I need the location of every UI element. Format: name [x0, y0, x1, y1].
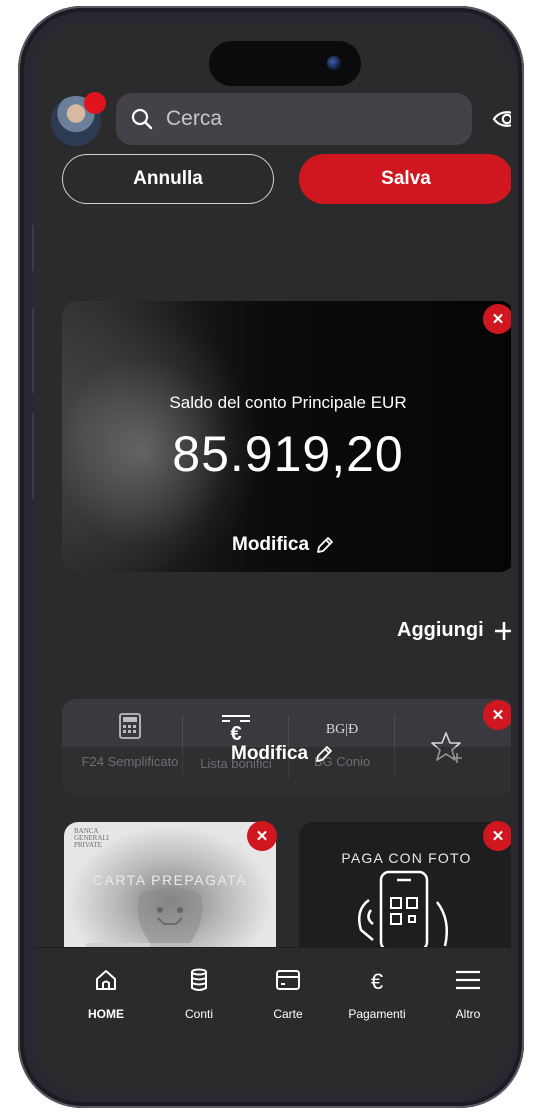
shortcuts-widget[interactable]: F24 Semplificato € Lista bonifici BG|Ð B…	[62, 699, 511, 796]
search-placeholder: Cerca	[166, 107, 223, 130]
nav-item-altro[interactable]: Altro	[428, 968, 508, 1021]
menu-icon	[456, 970, 480, 990]
bank-logo: BANCA GENERALI PRIVATE	[74, 827, 109, 849]
nav-label: Pagamenti	[348, 1007, 406, 1021]
svg-text:BG|Ð: BG|Ð	[326, 722, 358, 737]
balance-amount: 85.919,20	[172, 426, 404, 482]
nav-item-carte[interactable]: Carte	[248, 968, 328, 1021]
bg-conio-logo-icon: BG|Ð	[326, 722, 358, 737]
search-bar[interactable]: Cerca	[116, 93, 472, 145]
cancel-button[interactable]: Annulla	[62, 154, 274, 204]
notification-dot	[84, 92, 106, 114]
add-widget-button[interactable]: Aggiungi	[397, 619, 511, 642]
card-title: CARTA PREPAGATA	[92, 872, 248, 888]
save-button[interactable]: Salva	[299, 154, 511, 204]
remove-shortcuts-widget-icon[interactable]: ✕	[483, 700, 511, 730]
euro-icon: €	[371, 969, 383, 994]
nav-label: Conti	[184, 1007, 213, 1021]
edit-shortcuts-widget-button[interactable]: Modifica	[231, 743, 334, 765]
remove-balance-widget-icon[interactable]: ✕	[483, 304, 511, 334]
coins-icon	[191, 968, 207, 991]
remove-pay-with-photo-widget-icon[interactable]: ✕	[483, 821, 511, 851]
edit-balance-widget-button[interactable]: Modifica	[232, 534, 335, 556]
pencil-icon	[317, 537, 333, 553]
nav-item-home[interactable]: HOME	[66, 968, 146, 1021]
pay-with-photo-widget[interactable]: PAGA CON FOTO	[299, 822, 511, 950]
balance-widget[interactable]: Saldo del conto Principale EUR 85.919,20…	[62, 301, 511, 572]
euro-list-icon: €	[222, 715, 250, 745]
plus-icon	[494, 621, 511, 640]
pencil-icon	[316, 746, 332, 762]
app-screen: Cerca Annulla Salva Saldo del conto Prin…	[34, 22, 511, 1094]
add-widget-label: Aggiungi	[397, 619, 484, 641]
home-icon	[96, 970, 116, 990]
search-icon	[131, 108, 153, 130]
phone-qr-scan-icon	[358, 870, 448, 950]
balance-label: Saldo del conto Principale EUR	[169, 393, 407, 412]
svg-text:€: €	[371, 969, 383, 992]
prepaid-card-widget[interactable]: BANCA GENERALI PRIVATE CARTA PREPAGATA	[64, 822, 276, 947]
f24-calculator-icon	[119, 713, 141, 739]
edit-label: Modifica	[232, 534, 310, 555]
nav-item-conti[interactable]: Conti	[159, 968, 239, 1021]
card-title: PAGA CON FOTO	[341, 850, 472, 866]
nav-label: Altro	[455, 1007, 481, 1021]
remove-prepaid-card-widget-icon[interactable]: ✕	[247, 821, 277, 851]
bottom-nav: HOME Conti Carte € Pagamenti Altro	[34, 947, 511, 1094]
nav-label: Carte	[273, 1007, 303, 1021]
edit-label: Modifica	[231, 743, 309, 764]
camera-icon	[327, 56, 341, 70]
nav-label: HOME	[88, 1007, 124, 1021]
svg-text:€: €	[230, 723, 241, 741]
eye-icon[interactable]	[492, 108, 511, 130]
nav-item-pagamenti[interactable]: € Pagamenti	[337, 968, 417, 1021]
dynamic-island	[209, 41, 361, 86]
avatar[interactable]	[51, 92, 106, 146]
lion-face-icon	[137, 888, 203, 943]
card-icon	[276, 970, 300, 990]
